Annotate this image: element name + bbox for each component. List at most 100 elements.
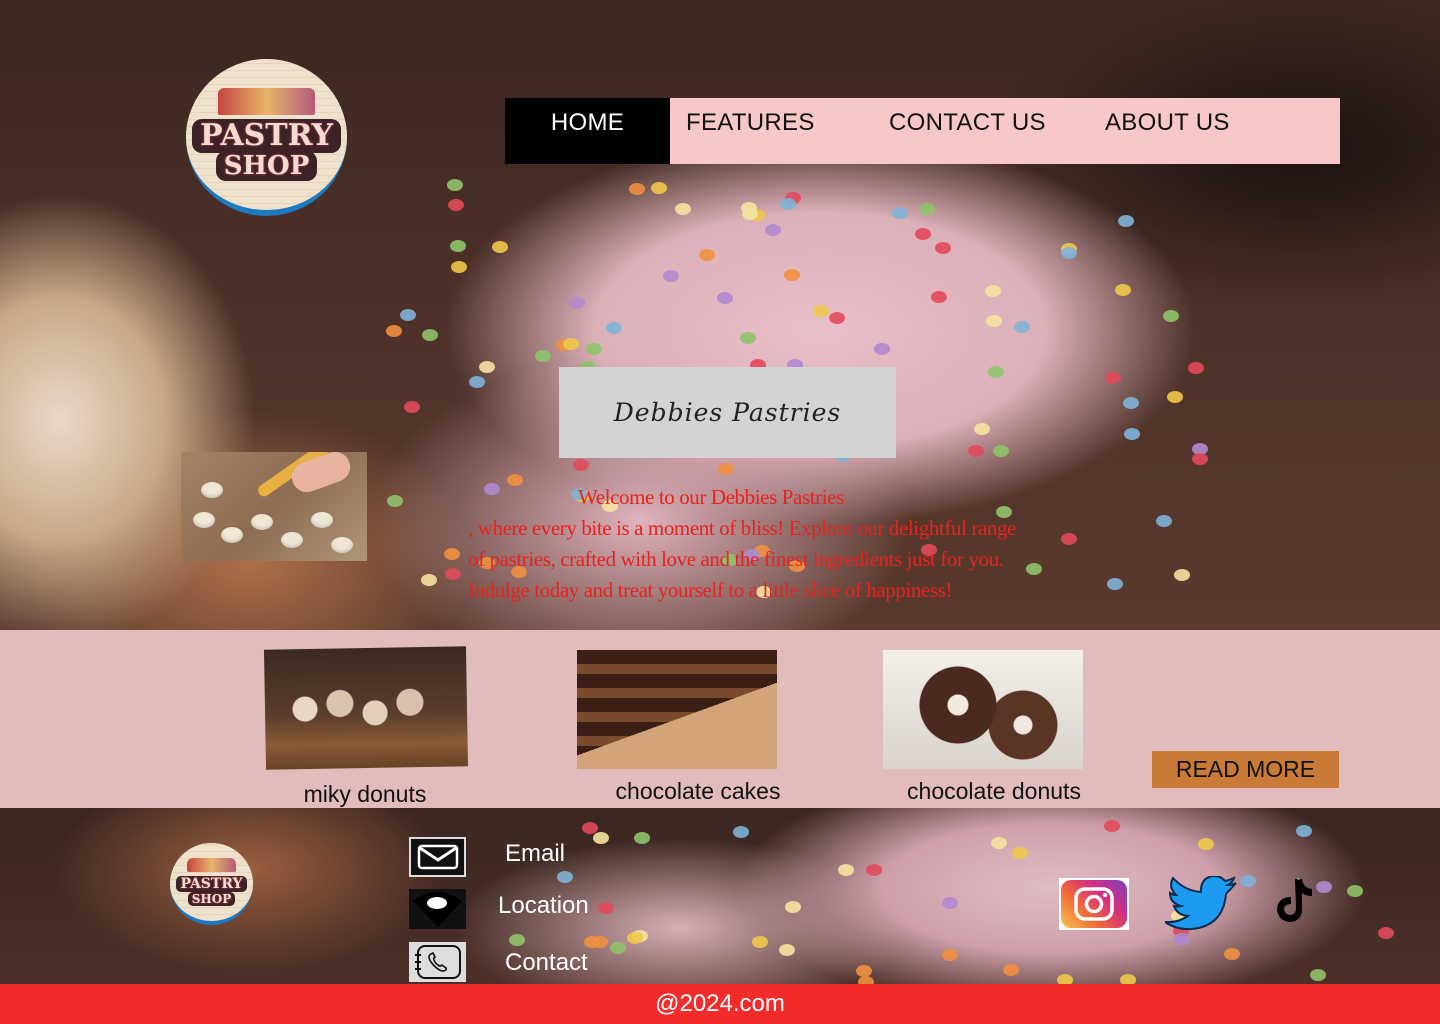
welcome-line-1: Welcome to our Debbies Pastries bbox=[578, 485, 844, 509]
sprinkle-decoration bbox=[1107, 577, 1124, 590]
logo-text-line2: SHOP bbox=[215, 151, 318, 182]
nav-home[interactable]: HOME bbox=[505, 98, 670, 164]
phone-icon[interactable] bbox=[409, 942, 466, 982]
sprinkle-decoration bbox=[812, 305, 829, 318]
location-icon[interactable] bbox=[409, 889, 466, 929]
sprinkle-decoration bbox=[508, 934, 525, 947]
sprinkle-decoration bbox=[1011, 846, 1028, 859]
sprinkle-decoration bbox=[856, 964, 873, 977]
instagram-icon[interactable] bbox=[1059, 878, 1129, 930]
copyright-bar: @2024.com bbox=[0, 984, 1440, 1024]
sprinkle-decoration bbox=[1188, 361, 1205, 374]
footer-contact-label[interactable]: Contact bbox=[505, 949, 588, 977]
sprinkle-decoration bbox=[891, 207, 908, 220]
sprinkle-decoration bbox=[1114, 283, 1131, 296]
sprinkle-decoration bbox=[447, 179, 464, 192]
sprinkle-decoration bbox=[1346, 884, 1363, 897]
sprinkle-decoration bbox=[1192, 453, 1209, 466]
logo-cake-graphic bbox=[186, 857, 237, 873]
sprinkle-decoration bbox=[1309, 969, 1326, 982]
sprinkle-decoration bbox=[991, 837, 1008, 850]
sprinkle-decoration bbox=[479, 361, 496, 374]
sprinkle-decoration bbox=[450, 260, 467, 273]
sprinkle-decoration bbox=[572, 458, 589, 471]
footer-email-label[interactable]: Email bbox=[505, 840, 565, 868]
logo-text-line2: SHOP bbox=[187, 892, 236, 907]
sprinkle-decoration bbox=[557, 870, 574, 883]
sprinkle-decoration bbox=[1013, 321, 1030, 334]
sprinkle-decoration bbox=[609, 942, 626, 955]
sprinkle-decoration bbox=[837, 864, 854, 877]
sprinkle-decoration bbox=[492, 240, 509, 253]
sprinkle-decoration bbox=[421, 573, 438, 586]
pastry-shop-logo[interactable]: PASTRY SHOP bbox=[186, 59, 347, 216]
sprinkle-decoration bbox=[399, 309, 416, 322]
sprinkle-decoration bbox=[1104, 372, 1121, 385]
sprinkle-decoration bbox=[740, 332, 757, 345]
sprinkle-decoration bbox=[865, 864, 882, 877]
welcome-line-2: , where every bite is a moment of bliss!… bbox=[468, 516, 1016, 540]
twitter-icon[interactable] bbox=[1165, 876, 1238, 932]
shop-title-box: Debbies Pastries bbox=[559, 367, 896, 458]
sprinkle-decoration bbox=[1122, 397, 1139, 410]
sprinkle-decoration bbox=[444, 547, 461, 560]
shop-title: Debbies Pastries bbox=[613, 398, 842, 427]
sprinkle-decoration bbox=[1002, 964, 1019, 977]
sprinkle-decoration bbox=[915, 228, 932, 241]
product-image[interactable] bbox=[577, 650, 777, 769]
nav-features[interactable]: FEATURES bbox=[670, 98, 889, 164]
sprinkle-decoration bbox=[627, 932, 644, 945]
sprinkle-decoration bbox=[1166, 391, 1183, 404]
sprinkle-decoration bbox=[985, 315, 1002, 328]
logo-cake-graphic bbox=[218, 87, 315, 116]
sprinkle-decoration bbox=[447, 199, 464, 212]
logo-text-line1: PASTRY bbox=[191, 119, 342, 154]
sprinkle-decoration bbox=[606, 321, 623, 334]
sprinkle-decoration bbox=[1377, 926, 1394, 939]
sprinkle-decoration bbox=[698, 249, 715, 262]
nav-about-us[interactable]: ABOUT US bbox=[1105, 98, 1335, 164]
sprinkle-decoration bbox=[1174, 568, 1191, 581]
mail-icon[interactable] bbox=[409, 837, 466, 877]
sprinkle-decoration bbox=[1104, 819, 1121, 832]
footer-location-label[interactable]: Location bbox=[498, 892, 589, 920]
sprinkle-decoration bbox=[930, 290, 947, 303]
sprinkle-decoration bbox=[1223, 948, 1240, 961]
sprinkle-decoration bbox=[585, 342, 602, 355]
sprinkle-decoration bbox=[1061, 532, 1078, 545]
product-image[interactable] bbox=[883, 650, 1083, 769]
footer-logo[interactable]: PASTRY SHOP bbox=[170, 843, 253, 925]
product-image[interactable] bbox=[263, 646, 469, 770]
welcome-line-3: of pastries, crafted with love and the f… bbox=[468, 547, 1004, 571]
sprinkle-decoration bbox=[634, 832, 651, 845]
sprinkle-decoration bbox=[592, 832, 609, 845]
sprinkle-decoration bbox=[919, 202, 936, 215]
sprinkle-decoration bbox=[874, 342, 891, 355]
sprinkle-decoration bbox=[469, 375, 486, 388]
sprinkle-decoration bbox=[783, 268, 800, 281]
sprinkle-decoration bbox=[674, 203, 691, 216]
sprinkle-decoration bbox=[942, 896, 959, 909]
sprinkle-decoration bbox=[651, 181, 668, 194]
sprinkle-decoration bbox=[984, 284, 1001, 297]
sprinkle-decoration bbox=[1118, 215, 1135, 228]
sprinkle-decoration bbox=[988, 366, 1005, 379]
tiktok-icon[interactable] bbox=[1274, 877, 1314, 925]
sprinkle-decoration bbox=[785, 901, 802, 914]
sprinkle-decoration bbox=[386, 495, 403, 508]
sprinkle-decoration bbox=[1174, 932, 1191, 945]
sprinkle-decoration bbox=[992, 445, 1009, 458]
sprinkle-decoration bbox=[973, 422, 990, 435]
sprinkle-decoration bbox=[535, 350, 552, 363]
sprinkle-decoration bbox=[935, 242, 952, 255]
sprinkle-decoration bbox=[780, 197, 797, 210]
sprinkle-decoration bbox=[764, 223, 781, 236]
dough-preparation-photo bbox=[181, 452, 367, 561]
read-more-button[interactable]: READ MORE bbox=[1152, 751, 1339, 788]
welcome-text: Welcome to our Debbies Pastries , where … bbox=[468, 482, 1048, 606]
sprinkle-decoration bbox=[732, 826, 749, 839]
sprinkle-decoration bbox=[449, 240, 466, 253]
nav-contact-us[interactable]: CONTACT US bbox=[889, 98, 1105, 164]
main-nav: HOME FEATURES CONTACT US ABOUT US bbox=[505, 98, 1340, 164]
welcome-line-4: Indulge today and treat yourself to a li… bbox=[468, 578, 953, 602]
